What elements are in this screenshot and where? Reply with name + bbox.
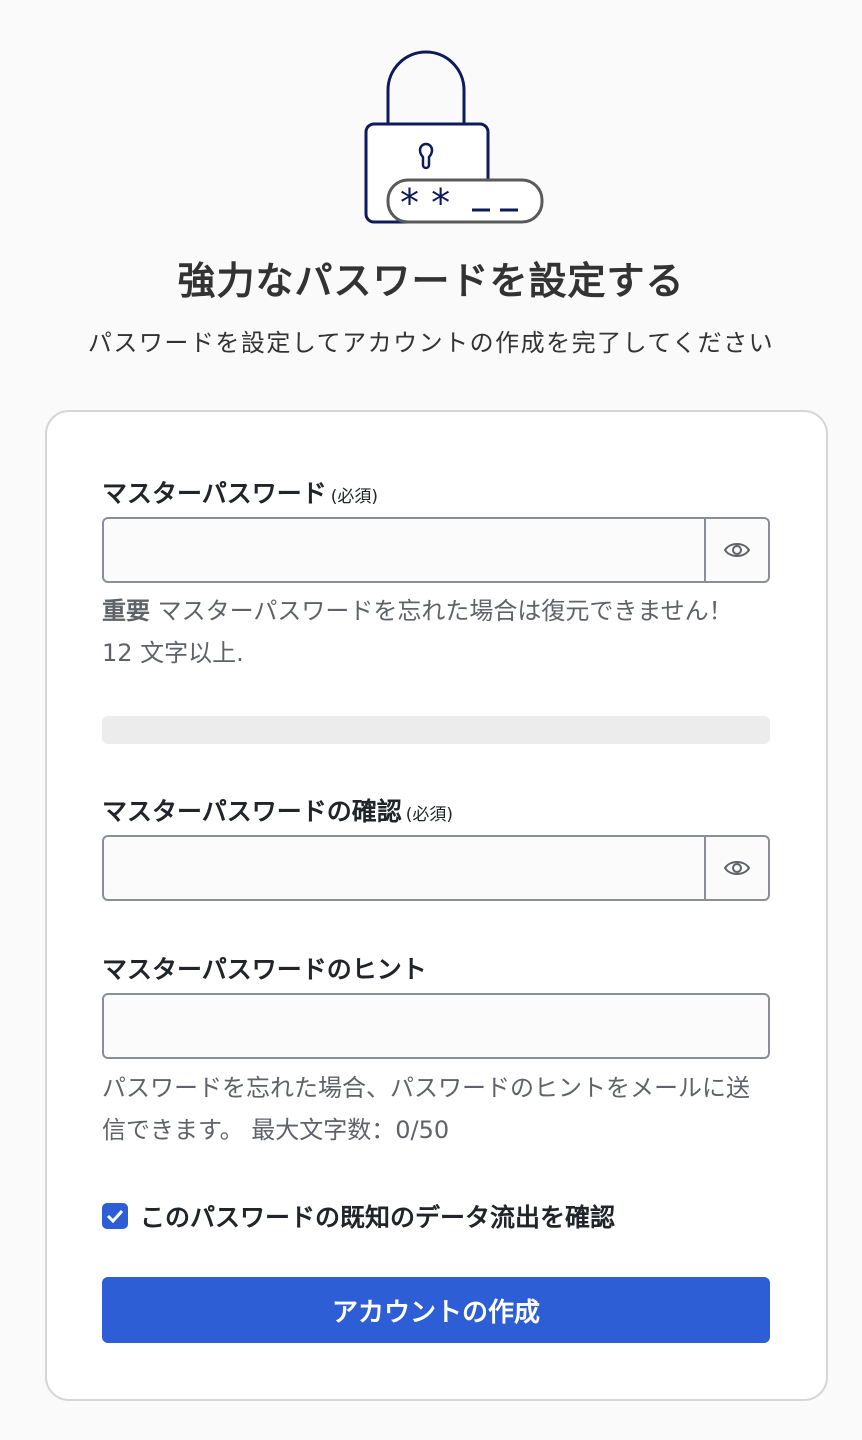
breach-check-row: このパスワードの既知のデータ流出を確認 — [102, 1196, 615, 1236]
confirm-password-label: マスターパスワードの確認 (必須) — [102, 792, 453, 828]
page-title: 強力なパスワードを設定する — [177, 259, 685, 303]
master-password-helper-text: マスターパスワードを忘れた場合は復元できません！ 12 文字以上. — [102, 597, 733, 667]
breach-check-checkbox[interactable] — [102, 1203, 128, 1229]
required-marker: (必須) — [330, 487, 379, 507]
password-hint-label: マスターパスワードのヒント — [102, 955, 427, 984]
toggle-password-visibility-button[interactable] — [704, 519, 768, 581]
master-password-field — [102, 517, 770, 583]
confirm-password-field — [102, 835, 770, 901]
password-hint-helper: パスワードを忘れた場合、パスワードのヒントをメールに送信できます。 最大文字数：… — [102, 1074, 750, 1144]
page: * * 強力なパスワードを設定する パスワードを設定してアカウントの作成を完了し… — [0, 0, 862, 1440]
confirm-password-input[interactable] — [104, 837, 704, 899]
checkmark-icon — [106, 1209, 124, 1223]
master-password-label: マスターパスワード (必須) — [102, 474, 378, 510]
lock-with-password-icon: * * — [364, 50, 544, 225]
master-password-helper: 重要 マスターパスワードを忘れた場合は復元できません！ 12 文字以上. — [102, 590, 770, 674]
confirm-password-label-text: マスターパスワードの確認 — [102, 797, 402, 826]
password-hint-field — [102, 993, 770, 1059]
master-password-input[interactable] — [104, 519, 704, 581]
breach-check-label[interactable]: このパスワードの既知のデータ流出を確認 — [140, 1198, 615, 1234]
password-strength-meter — [102, 716, 770, 744]
password-hint-input[interactable] — [104, 995, 768, 1057]
eye-icon — [723, 861, 751, 875]
page-subtitle: パスワードを設定してアカウントの作成を完了してください — [87, 329, 775, 357]
create-account-button[interactable]: アカウントの作成 — [102, 1277, 770, 1343]
svg-text:* *: * * — [400, 181, 450, 225]
important-label: 重要 — [102, 597, 150, 625]
master-password-label-text: マスターパスワード — [102, 479, 327, 508]
toggle-confirm-visibility-button[interactable] — [704, 837, 768, 899]
eye-icon — [723, 543, 751, 557]
required-marker: (必須) — [405, 805, 454, 825]
